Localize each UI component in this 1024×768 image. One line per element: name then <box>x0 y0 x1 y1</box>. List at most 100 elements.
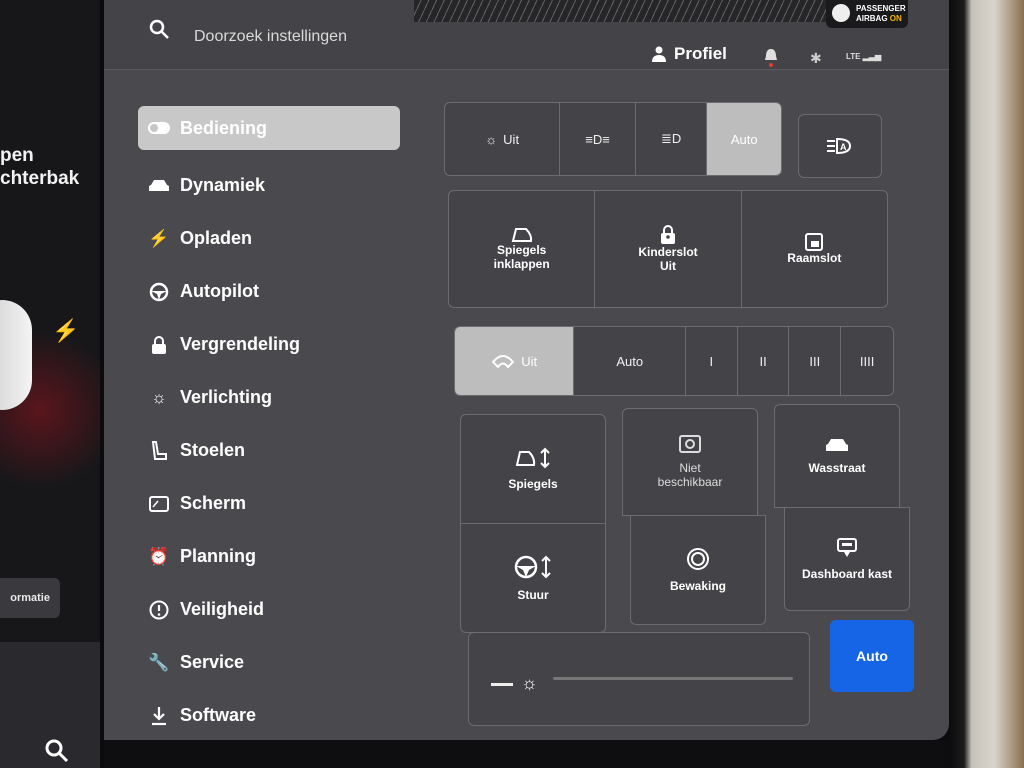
seat-icon <box>138 440 180 461</box>
nav-item-scherm[interactable]: Scherm <box>138 477 400 530</box>
child-lock-status: Uit <box>659 259 676 273</box>
glovebox-button[interactable]: Dashboard kast <box>784 507 910 611</box>
headlights-off[interactable]: ☼ Uit <box>445 103 561 175</box>
wiper-speed-label: I <box>709 353 714 369</box>
search-input[interactable]: Doorzoek instellingen <box>194 28 347 46</box>
sentry-mode-button[interactable]: Bewaking <box>630 515 766 625</box>
sentry-label: Bewaking <box>669 579 726 593</box>
lock-controls: Spiegels inklappen Kinderslot Uit Raamsl… <box>448 190 888 308</box>
mirror-adjust-button[interactable]: Spiegels <box>460 414 606 524</box>
window-lock-button[interactable]: Raamslot <box>742 191 887 307</box>
car-wash-icon <box>826 439 848 451</box>
parking-lights[interactable]: ≡D≡ <box>560 103 636 175</box>
bell-icon[interactable] <box>764 48 778 67</box>
mirror-adjust-icon <box>515 447 550 469</box>
low-beam[interactable]: ≣D <box>636 103 708 175</box>
child-lock-button[interactable]: Kinderslot Uit <box>595 191 742 307</box>
nav-label: Bediening <box>180 117 268 138</box>
nav-label: Planning <box>180 546 256 566</box>
steering-wheel-icon <box>138 282 180 302</box>
brightness-icon: ☼ <box>521 673 538 693</box>
parking-lights-icon: ≡D≡ <box>585 131 610 147</box>
fold-mirrors-label-2: inklappen <box>493 257 550 271</box>
brightness-slider[interactable]: ☼ <box>468 632 810 726</box>
brightness-auto-button[interactable]: Auto <box>830 620 914 692</box>
bottom-bar <box>104 740 949 768</box>
nav-item-bediening[interactable]: Bediening <box>138 106 400 150</box>
fold-mirrors-button[interactable]: Spiegels inklappen <box>449 191 596 307</box>
nav-item-autopilot[interactable]: Autopilot <box>138 265 400 318</box>
left-text-line1: pen <box>0 145 34 166</box>
nav-item-opladen[interactable]: ⚡ Opladen <box>138 212 400 265</box>
left-text-line2: chterbak <box>0 168 80 189</box>
airbag-label: PASSENGER <box>856 4 906 13</box>
nav-item-verlichting[interactable]: ☼ Verlichting <box>138 371 400 424</box>
alert-circle-icon <box>138 600 180 620</box>
toggle-icon <box>138 122 180 134</box>
car-image <box>0 300 32 410</box>
mirror-icon <box>511 228 532 242</box>
wiper-speed-3[interactable]: III <box>789 327 842 395</box>
car-wash-button[interactable]: Wasstraat <box>774 404 900 508</box>
display-icon <box>138 495 180 512</box>
settings-panel: PASSENGER AIRBAG ON Doorzoek instellinge… <box>104 0 949 740</box>
child-lock-label: Kinderslot <box>638 245 698 259</box>
profile-button[interactable]: Profiel <box>652 44 727 64</box>
wiper-auto[interactable]: Auto <box>574 327 686 395</box>
dashcam-icon <box>679 435 701 453</box>
profile-label: Profiel <box>674 44 727 63</box>
headlights-auto[interactable]: Auto <box>707 103 781 175</box>
car-wash-label: Wasstraat <box>808 461 866 475</box>
auto-high-beam-button[interactable]: A <box>798 114 882 178</box>
nav-item-vergrendeling[interactable]: Vergrendeling <box>138 318 400 371</box>
alarm-clock-icon: ⏰ <box>148 546 170 566</box>
steering-adjust-button[interactable]: Stuur <box>460 523 606 633</box>
map-preview[interactable] <box>414 0 834 22</box>
sentry-icon <box>687 548 709 570</box>
airbag-icon <box>832 4 850 22</box>
glovebox-label: Dashboard kast <box>801 567 893 581</box>
airbag-status: ON <box>889 14 902 23</box>
nav-item-software[interactable]: Software <box>138 689 400 740</box>
person-icon <box>652 46 666 62</box>
wiper-speed-1[interactable]: I <box>686 327 738 395</box>
nav-item-planning[interactable]: ⏰ Planning <box>138 530 400 583</box>
wiper-selector: Uit Auto I II III IIII <box>454 326 894 396</box>
wiper-off[interactable]: Uit <box>455 327 575 395</box>
brightness-track[interactable] <box>553 677 793 680</box>
wiper-off-label: Uit <box>521 353 538 369</box>
wiper-speed-label: II <box>759 353 767 369</box>
mirror-adjust-label: Spiegels <box>508 477 558 491</box>
nav-item-veiligheid[interactable]: Veiligheid <box>138 583 400 636</box>
wiper-speed-2[interactable]: II <box>738 327 790 395</box>
nav-label: Autopilot <box>180 281 259 301</box>
dashcam-button[interactable]: Niet beschikbaar <box>622 408 758 516</box>
nav-item-dynamiek[interactable]: Dynamiek <box>138 159 400 212</box>
brightness-fill <box>491 683 513 686</box>
nav-item-service[interactable]: 🔧 Service <box>138 636 400 689</box>
info-button[interactable]: ormatie <box>0 578 60 618</box>
window-lock-icon <box>805 233 824 251</box>
auto-high-beam-icon: A <box>827 137 852 155</box>
left-panel: pen chterbak ⚡ ormatie <box>0 0 100 768</box>
lock-icon <box>138 335 180 355</box>
search-icon-bottom[interactable] <box>44 738 70 768</box>
nav-item-stoelen[interactable]: Stoelen <box>138 424 400 477</box>
search-icon[interactable] <box>148 18 170 40</box>
glovebox-icon <box>837 538 857 557</box>
nav-label: Opladen <box>180 228 253 248</box>
nav-label: Stoelen <box>180 440 246 460</box>
wiper-speed-4[interactable]: IIII <box>841 327 893 395</box>
svg-text:A: A <box>840 142 847 152</box>
nav-label: Dynamiek <box>180 175 266 195</box>
window-lock-label: Raamslot <box>787 251 842 265</box>
low-beam-icon: ≣D <box>661 131 682 146</box>
light-off-icon: ☼ <box>485 131 498 147</box>
bluetooth-icon[interactable]: ✱ <box>810 50 822 67</box>
download-icon <box>138 706 180 726</box>
sun-icon: ☼ <box>151 387 167 407</box>
settings-nav: Bediening Dynamiek ⚡ Opladen Autopilot V… <box>138 106 400 740</box>
nav-label: Service <box>180 652 245 672</box>
headlights-selector: ☼ Uit ≡D≡ ≣D Auto <box>444 102 782 176</box>
nav-label: Vergrendeling <box>180 334 301 354</box>
